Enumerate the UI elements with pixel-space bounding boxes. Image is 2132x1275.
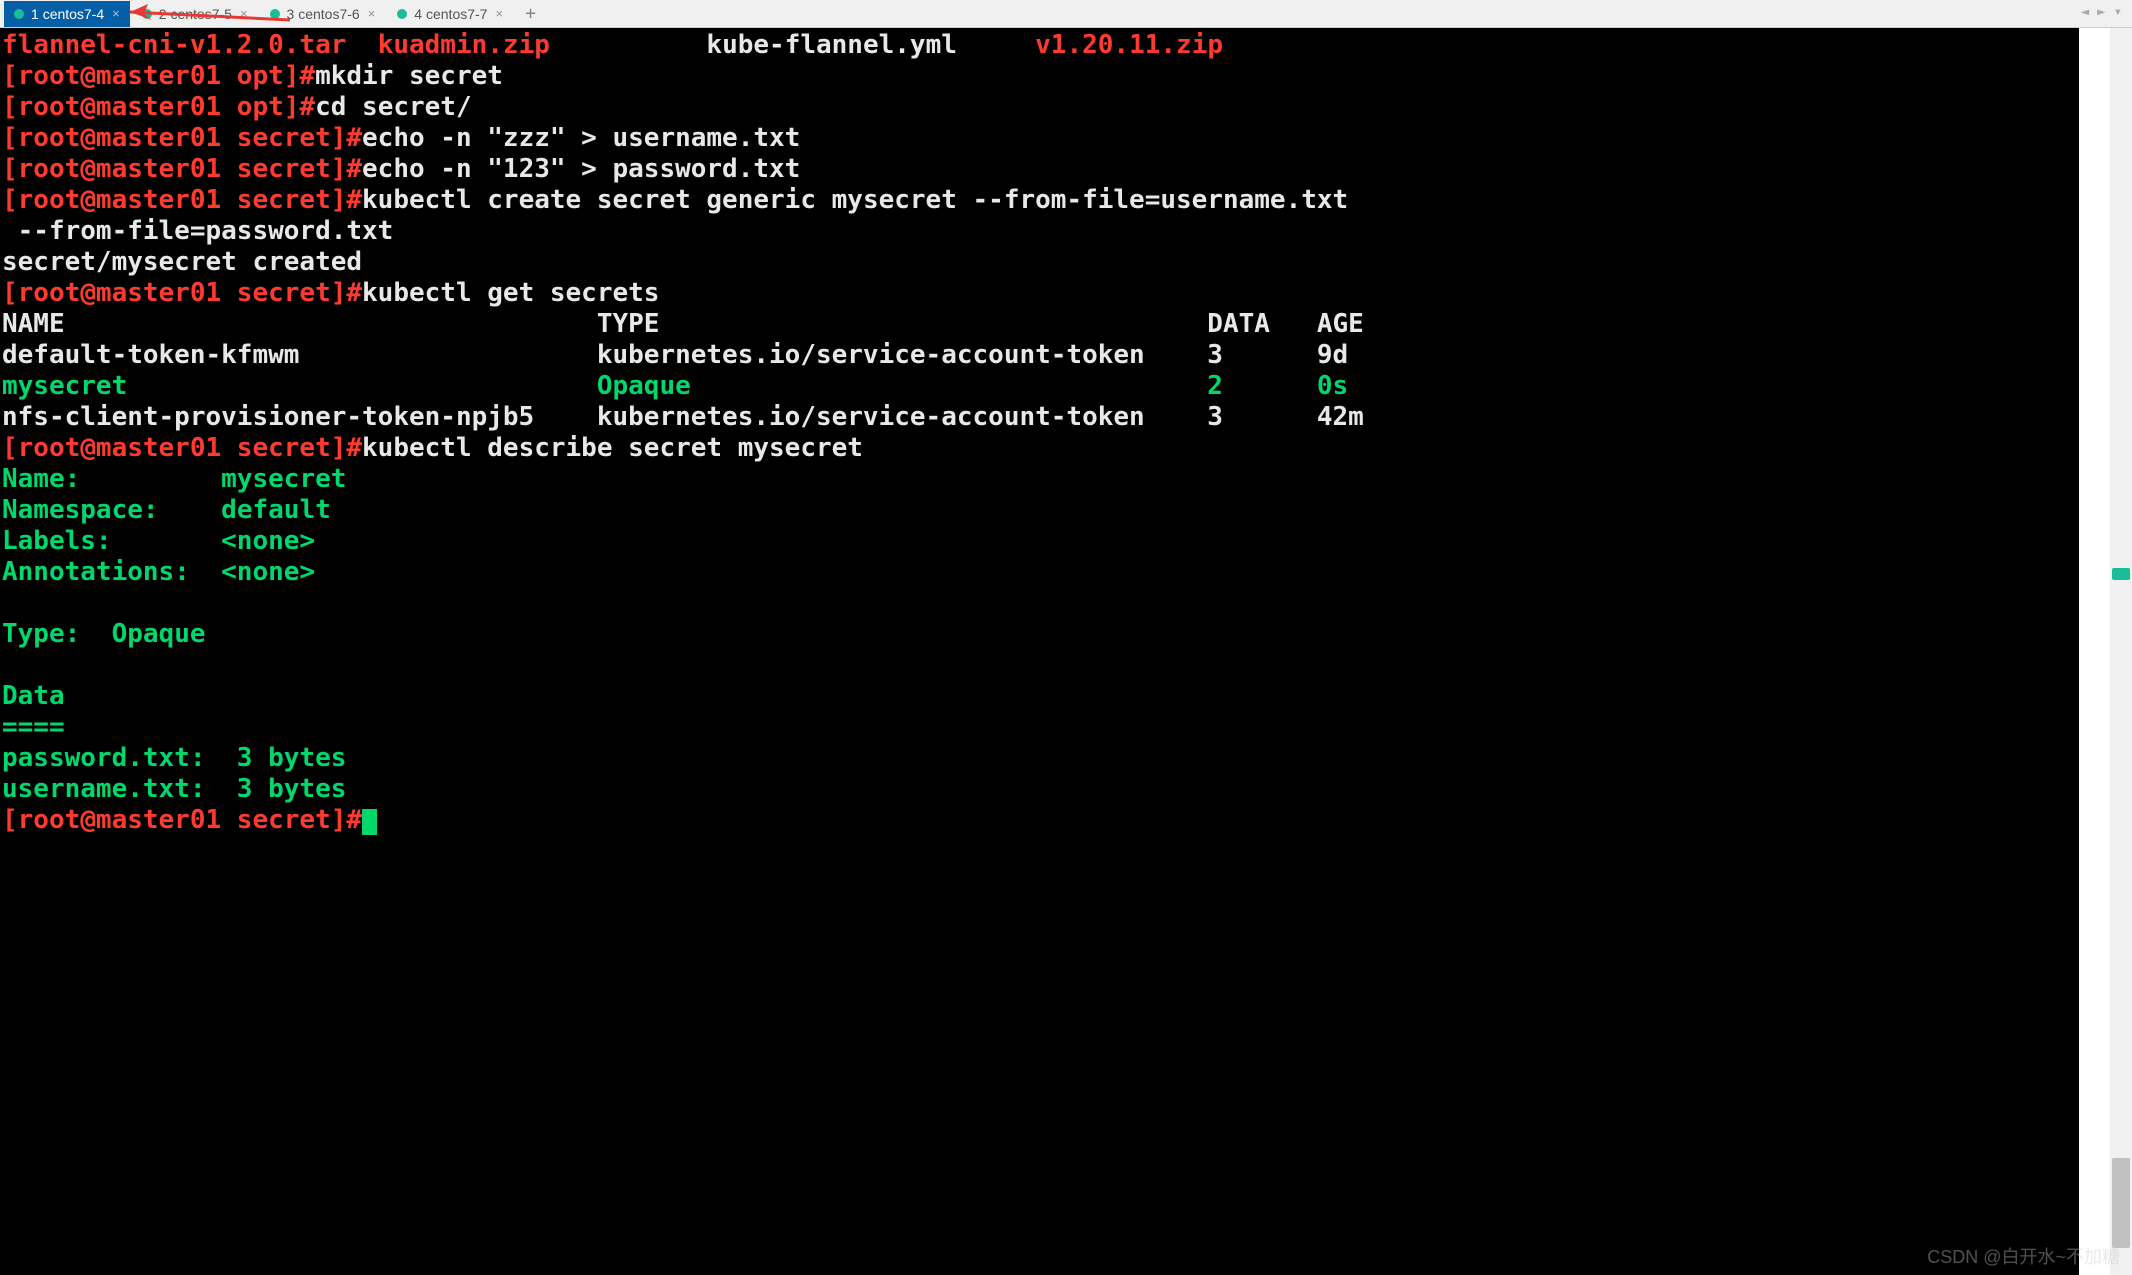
scrollbar-marker [2112, 568, 2130, 580]
prompt: [root@master01 secret]# [2, 433, 362, 463]
cmd-mkdir: mkdir secret [315, 61, 503, 91]
describe-data-header: Data [2, 681, 65, 711]
scrollbar-track[interactable] [2110, 28, 2132, 1275]
status-dot-icon [14, 9, 24, 19]
tab-label: centos7-5 [170, 6, 231, 22]
tab-add-button[interactable]: + [515, 1, 546, 26]
describe-name-key: Name: [2, 464, 80, 494]
describe-type-key: Type: [2, 619, 80, 649]
cmd-describe: kubectl describe secret mysecret [362, 433, 863, 463]
prompt: [root@master01 secret]# [2, 278, 362, 308]
describe-password: password.txt: 3 bytes [2, 743, 346, 773]
cmd-get-secrets: kubectl get secrets [362, 278, 659, 308]
describe-data-sep: ==== [2, 712, 65, 742]
status-dot-icon [270, 9, 280, 19]
table-row: default-token-kfmwm kubernetes.io/servic… [2, 340, 1348, 370]
ls-file: kube-flannel.yml [706, 30, 956, 60]
describe-type-val: Opaque [112, 619, 206, 649]
watermark: CSDN @白开水~不加糖 [1927, 1243, 2120, 1269]
output-created: secret/mysecret created [2, 247, 362, 277]
terminal[interactable]: flannel-cni-v1.2.0.tar kuadmin.zip kube-… [0, 28, 2079, 1275]
ls-file: kuadmin.zip [378, 30, 550, 60]
describe-name-val: mysecret [221, 464, 346, 494]
close-icon[interactable]: × [240, 6, 248, 21]
right-margin [2079, 28, 2110, 1275]
tab-centos7-5[interactable]: 2 centos7-5 × [132, 1, 258, 27]
ls-file: flannel-cni-v1.2.0.tar [2, 30, 346, 60]
prompt: [root@master01 secret]# [2, 185, 362, 215]
cmd-cd: cd secret/ [315, 92, 472, 122]
prompt: [root@master01 opt]# [2, 92, 315, 122]
cmd-echo-username: echo -n "zzz" > username.txt [362, 123, 800, 153]
table-row: nfs-client-provisioner-token-npjb5 kuber… [2, 402, 1364, 432]
close-icon[interactable]: × [112, 6, 120, 21]
tab-index: 3 [287, 6, 295, 22]
tab-prev-icon[interactable]: ◄ [2081, 4, 2089, 20]
tab-menu-icon[interactable]: ▾ [2114, 4, 2122, 20]
describe-ns-key: Namespace: [2, 495, 159, 525]
close-icon[interactable]: × [368, 6, 376, 21]
cmd-create-secret-cont: --from-file=password.txt [2, 216, 393, 246]
tab-centos7-6[interactable]: 3 centos7-6 × [260, 1, 386, 27]
tab-index: 1 [31, 6, 39, 22]
describe-ns-val: default [221, 495, 331, 525]
cmd-create-secret: kubectl create secret generic mysecret -… [362, 185, 1348, 215]
tab-label: centos7-4 [43, 6, 104, 22]
describe-labels-val: <none> [221, 526, 315, 556]
tab-label: centos7-7 [426, 6, 487, 22]
table-row: mysecret Opaque 2 0s [2, 371, 1348, 401]
prompt: [root@master01 secret]# [2, 154, 362, 184]
terminal-output: flannel-cni-v1.2.0.tar kuadmin.zip kube-… [2, 30, 2077, 836]
tab-index: 2 [159, 6, 167, 22]
cmd-echo-password: echo -n "123" > password.txt [362, 154, 800, 184]
ls-file: v1.20.11.zip [1035, 30, 1223, 60]
describe-anno-val: <none> [221, 557, 315, 587]
tab-nav: ◄ ► ▾ [2081, 4, 2122, 20]
tab-index: 4 [414, 6, 422, 22]
prompt: [root@master01 secret]# [2, 805, 362, 835]
tab-label: centos7-6 [298, 6, 359, 22]
tab-next-icon[interactable]: ► [2097, 4, 2105, 20]
tab-centos7-4[interactable]: 1 centos7-4 × [4, 1, 130, 27]
describe-labels-key: Labels: [2, 526, 112, 556]
status-dot-icon [397, 9, 407, 19]
tab-bar: 1 centos7-4 × 2 centos7-5 × 3 centos7-6 … [0, 0, 2132, 28]
cursor-icon [362, 809, 377, 835]
scrollbar-thumb[interactable] [2112, 1158, 2130, 1248]
describe-anno-key: Annotations: [2, 557, 190, 587]
close-icon[interactable]: × [495, 6, 503, 21]
prompt: [root@master01 opt]# [2, 61, 315, 91]
describe-username: username.txt: 3 bytes [2, 774, 346, 804]
tab-centos7-7[interactable]: 4 centos7-7 × [387, 1, 513, 27]
status-dot-icon [142, 9, 152, 19]
prompt: [root@master01 secret]# [2, 123, 362, 153]
